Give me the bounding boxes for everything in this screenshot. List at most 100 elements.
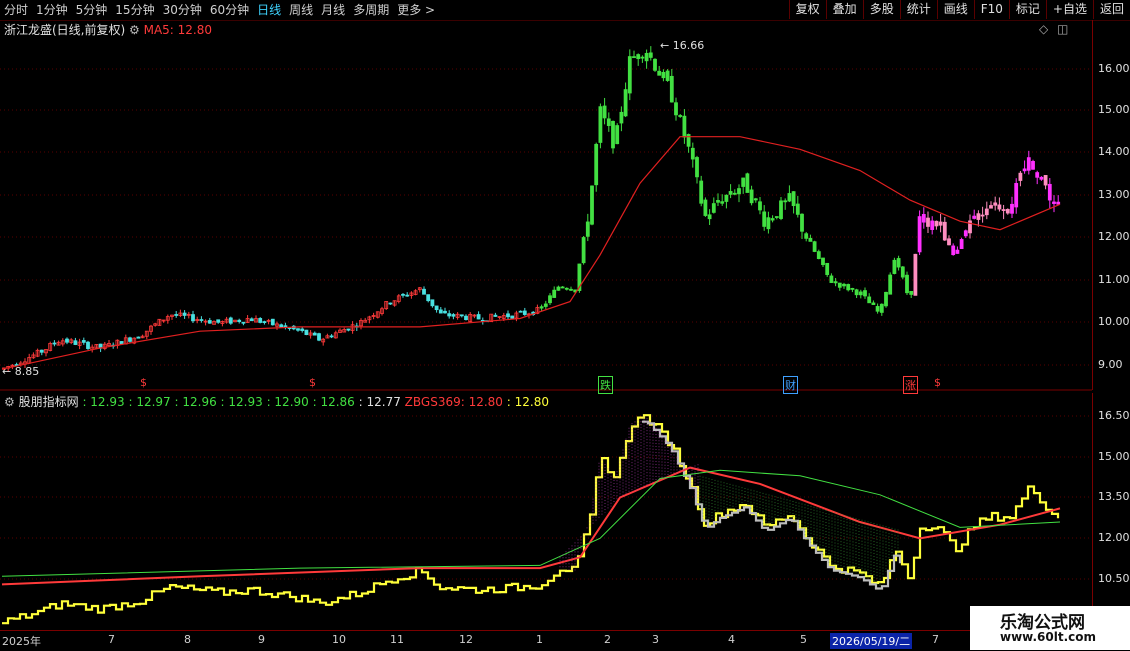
candle-body [871, 302, 876, 305]
candle-body [682, 115, 687, 138]
candle-body [401, 293, 405, 296]
date-label: 8 [184, 633, 191, 646]
candle-body [758, 201, 762, 211]
event-marker[interactable]: 涨 [903, 376, 918, 394]
indicator-step-line [2, 414, 1060, 625]
candle-body [346, 328, 351, 331]
candle-body [858, 291, 863, 296]
candle-body [128, 337, 132, 342]
candle-body [459, 314, 464, 317]
candle-body [850, 287, 855, 290]
candle-body [724, 194, 729, 202]
event-marker[interactable]: $ [140, 376, 147, 389]
candle-body [539, 306, 544, 309]
date-label: 11 [390, 633, 404, 646]
candle-body [1035, 172, 1040, 178]
candle-body [199, 319, 204, 321]
candle-body [258, 318, 263, 323]
candle-body [300, 328, 305, 331]
candle-body [980, 214, 985, 217]
candle-body [770, 218, 775, 221]
candle-body [648, 52, 653, 58]
candle-body [913, 253, 918, 296]
candle-body [548, 295, 552, 304]
date-label: 7 [108, 633, 115, 646]
high-label: ← 16.66 [660, 39, 704, 52]
candle-body [632, 56, 636, 59]
price-tick: 13.00 [1098, 188, 1130, 201]
candle-body [795, 203, 800, 215]
candle-body [249, 318, 254, 322]
candle-body [405, 294, 410, 297]
candle-body [888, 274, 893, 295]
candle-body [65, 338, 69, 343]
candle-body [1052, 201, 1056, 204]
kline-chart[interactable]: ← 16.66 ← 8.85 [0, 0, 1130, 650]
candle-body [207, 320, 212, 324]
indicator-red-line [1, 466, 1061, 586]
price-tick: 15.00 [1098, 103, 1130, 116]
event-marker[interactable]: $ [934, 376, 941, 389]
candle-body [997, 204, 1002, 210]
candle-body [703, 199, 708, 216]
candle-body [590, 185, 594, 225]
candle-body [926, 217, 930, 227]
candle-body [917, 216, 922, 253]
date-label: 10 [332, 633, 346, 646]
candle-body [976, 213, 981, 220]
candle-body [52, 342, 57, 345]
date-axis: 2025年 7 8 9 10 11 12 1 2 3 4 5 2026/05/19/二 7 [0, 630, 1092, 651]
candle-body [556, 286, 561, 291]
candle-body [262, 321, 267, 323]
candle-body [560, 286, 565, 289]
date-label: 2025年 [2, 635, 41, 648]
candle-body [627, 56, 632, 94]
candle-body [506, 313, 510, 318]
candle-body [174, 314, 179, 316]
candle-body [955, 249, 960, 254]
candle-body [846, 284, 851, 291]
indicator-tick: 10.50 [1098, 572, 1130, 585]
candle-body [640, 56, 645, 59]
candle-body [270, 318, 275, 326]
candle-body [388, 302, 393, 305]
candle-body [552, 289, 557, 298]
date-label: 7 [932, 633, 939, 646]
candle-body [182, 312, 187, 316]
candle-body [984, 208, 989, 216]
candle-body [787, 193, 792, 202]
candle-body [191, 314, 195, 322]
candle-body [657, 70, 662, 76]
event-marker[interactable]: $ [309, 376, 316, 389]
price-tick: 11.00 [1098, 273, 1130, 286]
candle-body [1005, 208, 1010, 214]
candle-body [707, 214, 712, 220]
candle-body [585, 221, 590, 237]
candle-body [447, 313, 452, 317]
candle-body [279, 324, 284, 328]
candle-body [636, 54, 641, 60]
candle-body [989, 205, 993, 209]
candle-body [808, 237, 813, 242]
candle-body [791, 191, 796, 207]
candle-body [1022, 168, 1027, 172]
candle-body [644, 52, 649, 62]
price-tick: 12.00 [1098, 230, 1130, 243]
candle-body [443, 310, 447, 314]
event-marker[interactable]: 财 [783, 376, 798, 394]
candle-body [1014, 183, 1019, 208]
indicator-gray-line [642, 420, 902, 590]
candle-body [598, 106, 603, 143]
candle-body [237, 319, 242, 322]
candle-body [241, 321, 246, 324]
date-label: 3 [652, 633, 659, 646]
candle-body [947, 238, 951, 246]
date-label: 5 [800, 633, 807, 646]
candle-body [329, 335, 334, 338]
candle-body [842, 283, 846, 287]
candle-body [959, 239, 964, 250]
candle-body [86, 341, 90, 349]
candle-body [833, 281, 838, 284]
event-marker[interactable]: 跌 [598, 376, 613, 394]
candle-body [699, 180, 704, 204]
